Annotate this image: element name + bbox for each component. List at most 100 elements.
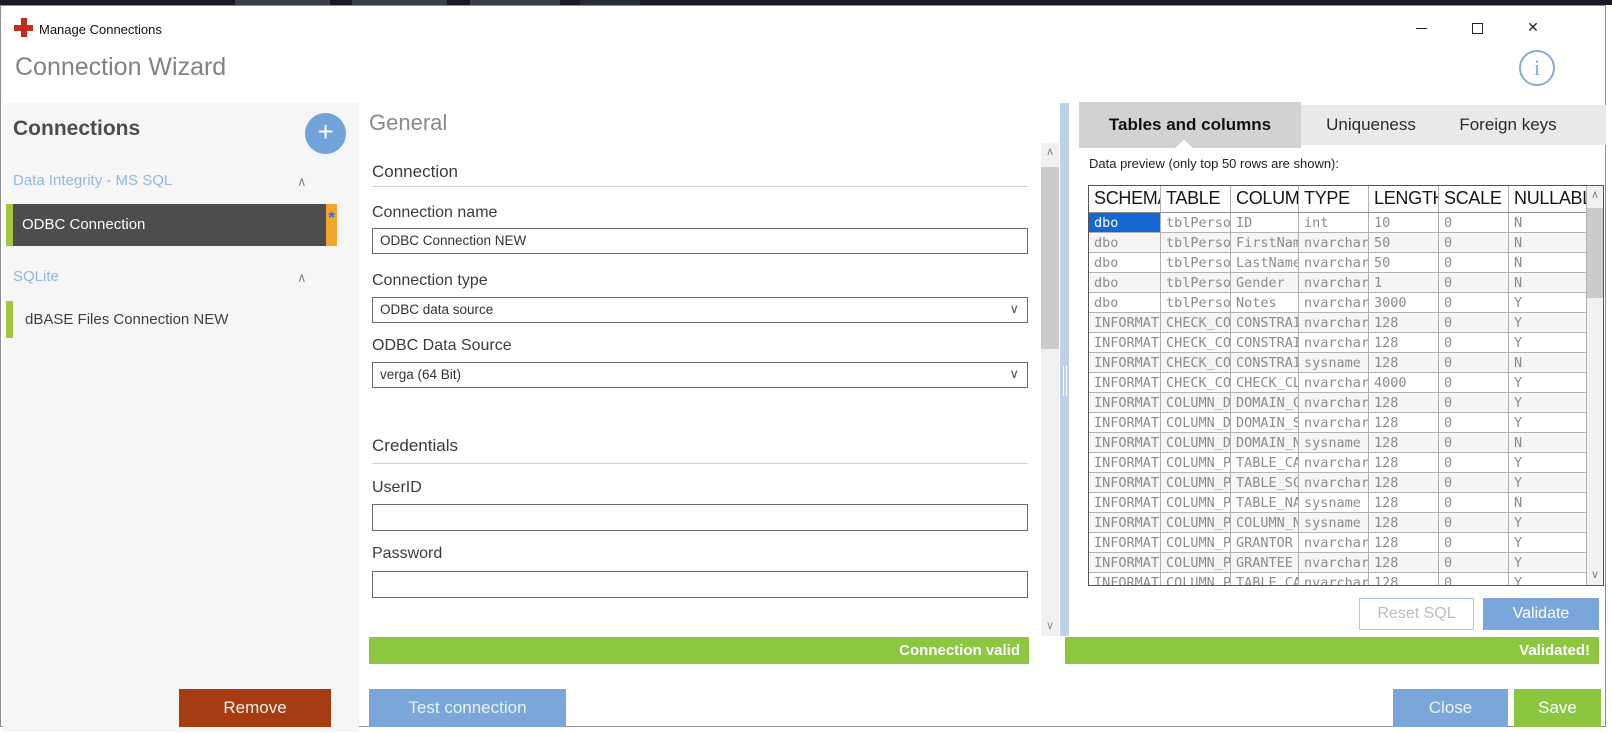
tab-tables-and-columns[interactable]: Tables and columns bbox=[1079, 102, 1301, 148]
table-cell[interactable]: Y bbox=[1509, 513, 1586, 532]
table-cell[interactable]: INFORMAT bbox=[1089, 353, 1161, 372]
table-cell[interactable]: N bbox=[1509, 273, 1586, 292]
table-cell[interactable]: nvarchar bbox=[1299, 473, 1369, 492]
table-row[interactable]: INFORMATCHECK_COCHECK_CLnvarchar40000Y bbox=[1089, 373, 1586, 393]
table-row[interactable]: INFORMATCOLUMN_DDOMAIN_Snvarchar1280Y bbox=[1089, 413, 1586, 433]
table-cell[interactable]: COLUMN_P bbox=[1161, 493, 1231, 512]
table-cell[interactable]: 128 bbox=[1369, 473, 1439, 492]
table-cell[interactable]: int bbox=[1299, 213, 1369, 232]
table-row[interactable]: INFORMATCOLUMN_PCOLUMN_Nsysname1280Y bbox=[1089, 513, 1586, 533]
table-row[interactable]: dbotblPersoGendernvarchar10N bbox=[1089, 273, 1586, 293]
table-row[interactable]: INFORMATCOLUMN_PGRANTEEnvarchar1280Y bbox=[1089, 553, 1586, 573]
sidebar-group-sqlite[interactable]: SQLite bbox=[13, 268, 59, 285]
scroll-down-icon[interactable]: ∨ bbox=[1587, 568, 1603, 583]
table-row[interactable]: INFORMATCHECK_COCONSTRAInvarchar1280Y bbox=[1089, 313, 1586, 333]
form-scrollbar[interactable]: ∧ ∨ bbox=[1041, 143, 1059, 636]
table-cell[interactable]: 128 bbox=[1369, 533, 1439, 552]
scroll-up-icon[interactable]: ∧ bbox=[1041, 145, 1059, 160]
table-row[interactable]: INFORMATCHECK_COCONSTRAInvarchar1280Y bbox=[1089, 333, 1586, 353]
table-cell[interactable]: Y bbox=[1509, 473, 1586, 492]
table-row[interactable]: dbotblPersoNotesnvarchar30000Y bbox=[1089, 293, 1586, 313]
table-cell[interactable]: INFORMAT bbox=[1089, 453, 1161, 472]
connection-name-input[interactable]: ODBC Connection NEW bbox=[372, 228, 1028, 254]
sidebar-group-data-integrity[interactable]: Data Integrity - MS SQL bbox=[13, 172, 172, 189]
table-cell[interactable]: INFORMAT bbox=[1089, 573, 1161, 585]
test-connection-button[interactable]: Test connection bbox=[369, 689, 566, 727]
table-cell[interactable]: TABLE_CA bbox=[1231, 453, 1299, 472]
table-cell[interactable]: Y bbox=[1509, 413, 1586, 432]
close-window-button[interactable]: ✕ bbox=[1511, 15, 1555, 39]
table-row[interactable]: INFORMATCOLUMN_DDOMAIN_Cnvarchar1280Y bbox=[1089, 393, 1586, 413]
table-cell[interactable]: 0 bbox=[1439, 513, 1509, 532]
table-cell[interactable]: 0 bbox=[1439, 373, 1509, 392]
table-cell[interactable]: dbo bbox=[1089, 293, 1161, 312]
table-cell[interactable]: tblPerso bbox=[1161, 233, 1231, 252]
table-cell[interactable]: 128 bbox=[1369, 413, 1439, 432]
table-row[interactable]: dbotblPersoLastNamenvarchar500N bbox=[1089, 253, 1586, 273]
table-cell[interactable]: 0 bbox=[1439, 213, 1509, 232]
table-cell[interactable]: CHECK_CO bbox=[1161, 373, 1231, 392]
table-cell[interactable]: DOMAIN_N bbox=[1231, 433, 1299, 452]
table-cell[interactable]: 128 bbox=[1369, 493, 1439, 512]
table-cell[interactable]: 0 bbox=[1439, 273, 1509, 292]
odbc-data-source-select[interactable]: verga (64 Bit)∨ bbox=[372, 362, 1028, 388]
table-cell[interactable]: nvarchar bbox=[1299, 553, 1369, 572]
table-cell[interactable]: INFORMAT bbox=[1089, 373, 1161, 392]
table-cell[interactable]: 128 bbox=[1369, 393, 1439, 412]
table-cell[interactable]: N bbox=[1509, 233, 1586, 252]
table-cell[interactable]: CHECK_CO bbox=[1161, 353, 1231, 372]
table-cell[interactable]: GRANTOR bbox=[1231, 533, 1299, 552]
table-cell[interactable]: N bbox=[1509, 253, 1586, 272]
table-cell[interactable]: 0 bbox=[1439, 553, 1509, 572]
table-cell[interactable]: Y bbox=[1509, 573, 1586, 585]
close-button[interactable]: Close bbox=[1393, 689, 1508, 727]
column-header[interactable]: NULLABLE bbox=[1509, 186, 1586, 212]
chevron-up-icon[interactable]: ∧ bbox=[297, 174, 307, 190]
table-row[interactable]: INFORMATCOLUMN_PGRANTORnvarchar1280Y bbox=[1089, 533, 1586, 553]
scrollbar-thumb[interactable] bbox=[1041, 167, 1059, 349]
table-cell[interactable]: TABLE_SC bbox=[1231, 473, 1299, 492]
table-cell[interactable]: 128 bbox=[1369, 513, 1439, 532]
table-cell[interactable]: 0 bbox=[1439, 253, 1509, 272]
table-cell[interactable]: tblPerso bbox=[1161, 253, 1231, 272]
table-cell[interactable]: COLUMN_P bbox=[1161, 573, 1231, 585]
table-cell[interactable]: INFORMAT bbox=[1089, 513, 1161, 532]
table-cell[interactable]: Y bbox=[1509, 333, 1586, 352]
table-cell[interactable]: 1 bbox=[1369, 273, 1439, 292]
table-cell[interactable]: COLUMN_P bbox=[1161, 533, 1231, 552]
add-connection-button[interactable]: + bbox=[305, 113, 346, 154]
maximize-button[interactable] bbox=[1455, 15, 1499, 39]
userid-input[interactable] bbox=[372, 504, 1028, 531]
table-cell[interactable]: COLUMN_D bbox=[1161, 413, 1231, 432]
table-cell[interactable]: nvarchar bbox=[1299, 393, 1369, 412]
table-cell[interactable]: sysname bbox=[1299, 493, 1369, 512]
table-cell[interactable]: INFORMAT bbox=[1089, 533, 1161, 552]
table-cell[interactable]: COLUMN_P bbox=[1161, 473, 1231, 492]
column-header[interactable]: LENGTH bbox=[1369, 186, 1439, 212]
table-cell[interactable]: 128 bbox=[1369, 353, 1439, 372]
table-cell[interactable]: 0 bbox=[1439, 413, 1509, 432]
table-row[interactable]: INFORMATCOLUMN_PTABLE_SCnvarchar1280Y bbox=[1089, 473, 1586, 493]
password-input[interactable] bbox=[372, 571, 1028, 598]
table-cell[interactable]: Y bbox=[1509, 373, 1586, 392]
table-cell[interactable]: sysname bbox=[1299, 433, 1369, 452]
table-cell[interactable]: Y bbox=[1509, 313, 1586, 332]
table-cell[interactable]: dbo bbox=[1089, 253, 1161, 272]
table-cell[interactable]: COLUMN_P bbox=[1161, 453, 1231, 472]
column-header[interactable]: SCHEMA bbox=[1089, 186, 1161, 212]
remove-button[interactable]: Remove bbox=[179, 689, 331, 727]
table-cell[interactable]: N bbox=[1509, 433, 1586, 452]
table-cell[interactable]: CONSTRAI bbox=[1231, 333, 1299, 352]
table-cell[interactable]: 50 bbox=[1369, 233, 1439, 252]
table-row[interactable]: INFORMATCOLUMN_PTABLE_CAnvarchar1280Y bbox=[1089, 573, 1586, 585]
table-cell[interactable]: 4000 bbox=[1369, 373, 1439, 392]
table-cell[interactable]: CHECK_CO bbox=[1161, 333, 1231, 352]
table-cell[interactable]: 128 bbox=[1369, 333, 1439, 352]
table-cell[interactable]: 10 bbox=[1369, 213, 1439, 232]
tab-foreign-keys[interactable]: Foreign keys bbox=[1444, 105, 1572, 145]
table-cell[interactable]: 128 bbox=[1369, 313, 1439, 332]
save-button[interactable]: Save bbox=[1514, 689, 1601, 727]
connection-type-select[interactable]: ODBC data source∨ bbox=[372, 297, 1028, 323]
table-cell[interactable]: tblPerso bbox=[1161, 213, 1231, 232]
table-cell[interactable]: Gender bbox=[1231, 273, 1299, 292]
